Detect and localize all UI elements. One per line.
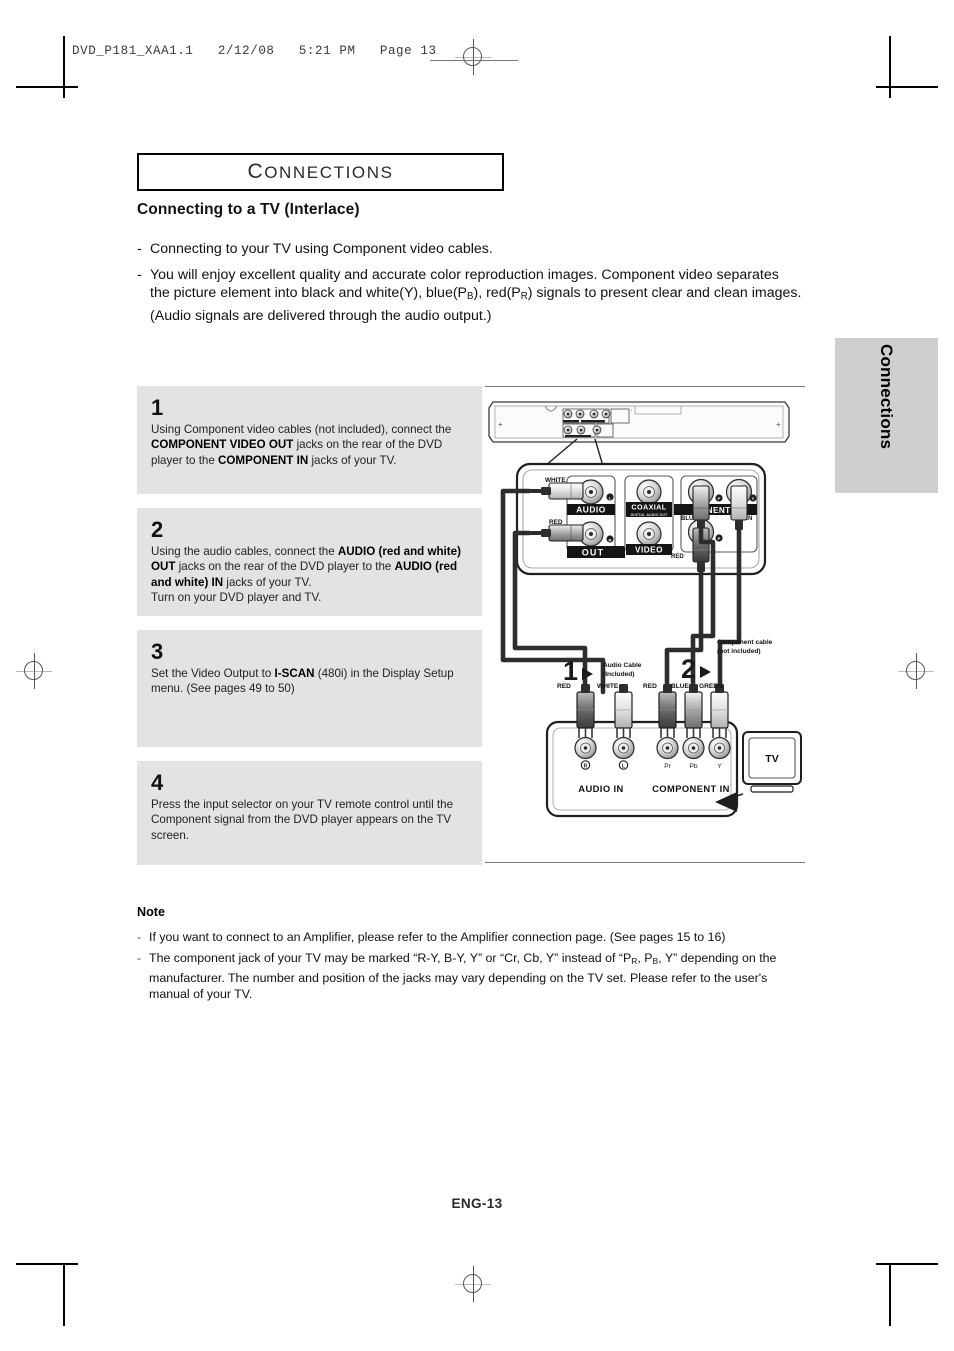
coaxial-sublabel: DIGITAL AUDIO OUT	[631, 513, 668, 517]
crop-mark-bottom-right-h	[876, 1263, 938, 1265]
audio-label: AUDIO	[576, 505, 606, 515]
note-list: - If you want to connect to an Amplifier…	[137, 929, 807, 1007]
side-tab-label: Connections	[877, 344, 897, 450]
dvd-rear-panel-overview: + + *	[488, 401, 790, 443]
audio-right-mark: R	[609, 537, 612, 542]
tv-set-icon: TV	[742, 731, 802, 793]
section-heading: Connecting to a TV (Interlace)	[137, 201, 360, 218]
component-y-mark: Y	[752, 496, 755, 501]
callout-1-line2: (Included)	[603, 671, 635, 678]
step-box-4: 4 Press the input selector on your TV re…	[137, 761, 482, 865]
tv-audio-r-mark: R	[584, 764, 588, 770]
callout-1-number: 1	[563, 656, 578, 686]
crop-mark-top-left-h	[16, 86, 78, 88]
crop-mark-bottom-left-v	[63, 1264, 65, 1326]
note-text: The component jack of your TV may be mar…	[149, 951, 777, 1002]
callout-2-arrow	[700, 666, 711, 678]
page-footer: ENG-13	[451, 1196, 503, 1211]
step-text: Using Component video cables (not includ…	[151, 423, 452, 467]
tv-y-mark: Y	[717, 763, 722, 770]
coaxial-video-jack-block: COAXIAL DIGITAL AUDIO OUT VIDEO	[624, 475, 674, 555]
video-label: VIDEO	[635, 546, 663, 555]
panel-red2-label: RED	[671, 554, 684, 560]
crop-mark-top-right-h	[876, 86, 938, 88]
callout-1-arrow	[582, 668, 593, 680]
intro-bullet: -	[137, 266, 142, 283]
intro-bullet: -	[137, 241, 142, 257]
page-title: CONNECTIONS	[247, 160, 393, 184]
out-label: OUT	[582, 548, 605, 558]
registration-mark-left	[16, 653, 52, 689]
diagram-rule-top	[485, 386, 805, 387]
step-number: 2	[151, 517, 164, 542]
diagram-leader-lines	[544, 438, 604, 467]
tv-green-label: GREEN	[699, 683, 723, 690]
tv-component-in-label: COMPONENT IN	[652, 783, 730, 794]
slug-rule	[63, 36, 65, 70]
note-item: - If you want to connect to an Amplifier…	[137, 929, 807, 945]
coaxial-label: COAXIAL	[631, 502, 666, 511]
tv-pr-mark: Pr	[664, 763, 671, 770]
callout-1-line1: Audio Cable	[603, 662, 642, 669]
step-number: 1	[151, 395, 164, 420]
component-pr-mark: P	[718, 536, 721, 541]
callout-2-line1: Component cable	[717, 639, 773, 646]
crop-mark-bottom-left-h	[16, 1263, 78, 1265]
tv-pb-mark: Pb	[689, 763, 697, 770]
diagram-rule-bottom	[485, 862, 805, 863]
note-text: If you want to connect to an Amplifier, …	[149, 930, 726, 944]
callout-2-number: 2	[681, 654, 696, 684]
svg-text:+: +	[498, 420, 503, 429]
step-box-2: 2 Using the audio cables, connect the AU…	[137, 508, 482, 616]
crop-mark-top-right-v	[889, 36, 891, 98]
registration-mark-bottom	[455, 1266, 491, 1302]
note-heading: Note	[137, 905, 165, 919]
intro-item: - You will enjoy excellent quality and a…	[137, 266, 802, 326]
side-tab-connections: Connections	[835, 338, 938, 493]
tv-white-label: WHITE	[597, 683, 619, 690]
tv-screen-label: TV	[765, 753, 778, 765]
registration-mark-top	[455, 39, 491, 75]
callout-2-line2: (not included)	[717, 648, 761, 655]
step-number: 4	[151, 770, 164, 795]
tv-red2-label: RED	[643, 683, 657, 690]
component-pb-mark: P	[718, 496, 721, 501]
step-box-1: 1 Using Component video cables (not incl…	[137, 386, 482, 494]
step-box-3: 3 Set the Video Output to I-SCAN (480i) …	[137, 630, 482, 747]
chapter-title-box: CONNECTIONS	[137, 153, 504, 191]
tv-red-label: RED	[557, 683, 571, 690]
slug-dash	[430, 60, 518, 61]
step-text: Using the audio cables, connect the AUDI…	[151, 545, 461, 605]
tv-input-panel: R RED L WHITE Pr RED Pb BLUE Y GREEN AUD…	[545, 683, 739, 818]
slug-text: DVD_P181_XAA1.1 2/12/08 5:21 PM Page 13	[72, 44, 437, 58]
note-item: - The component jack of your TV may be m…	[137, 950, 807, 1002]
tv-audio-in-label: AUDIO IN	[578, 783, 623, 794]
step-text: Press the input selector on your TV remo…	[151, 798, 454, 842]
connection-diagram: + + * L R AUDIO OUT COAXIAL DIGITAL AUDI…	[485, 392, 805, 860]
step-number: 3	[151, 639, 164, 664]
crop-mark-bottom-right-v	[889, 1264, 891, 1326]
chapter-title-rest: ONNECTIONS	[264, 163, 394, 182]
tv-blue-label: BLUE	[671, 683, 690, 690]
note-bullet: -	[137, 951, 142, 966]
step-text: Set the Video Output to I-SCAN (480i) in…	[151, 667, 454, 696]
dvd-rear-panel-detail: L R AUDIO OUT COAXIAL DIGITAL AUDIO OUT …	[515, 462, 767, 576]
intro-list: - Connecting to your TV using Component …	[137, 240, 802, 332]
intro-item: - Connecting to your TV using Component …	[137, 240, 802, 259]
svg-text:+: +	[776, 420, 781, 429]
chapter-title-initial: C	[247, 160, 265, 183]
registration-mark-right	[898, 653, 934, 689]
note-bullet: -	[137, 930, 142, 944]
intro-text: Connecting to your TV using Component vi…	[150, 241, 493, 257]
intro-text: You will enjoy excellent quality and acc…	[150, 266, 802, 324]
